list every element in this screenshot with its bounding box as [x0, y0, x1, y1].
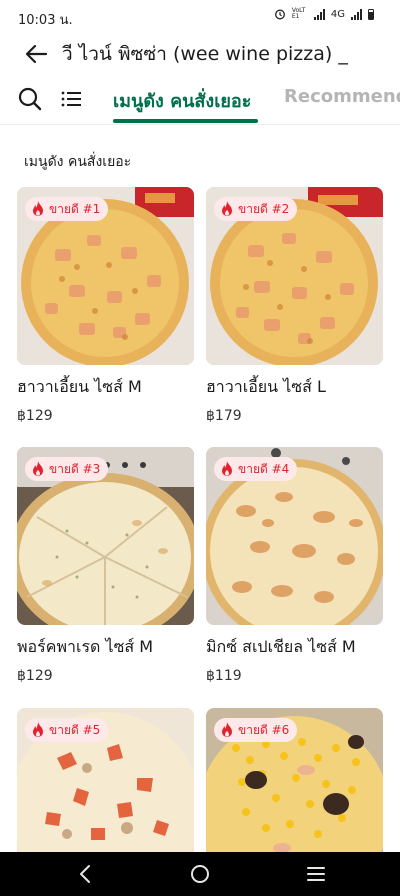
signal-icon-2 [351, 8, 362, 20]
back-arrow-icon[interactable] [22, 40, 50, 68]
product-name[interactable]: มิกซ์ สเปเชียล ไซส์ M [206, 635, 356, 660]
badge-label: ขายดี #2 [238, 201, 290, 216]
product-price: ฿129 [17, 408, 53, 424]
restaurant-title: วี ไวน์ พิซซ่า (wee wine pizza) _ [62, 43, 348, 65]
signal-icon [313, 8, 325, 20]
bestseller-badge: ขายดี #4 [214, 457, 298, 481]
status-icons: VoLTE1 4G [274, 8, 374, 20]
badge-label: ขายดี #4 [238, 461, 290, 476]
fire-icon [33, 461, 43, 476]
fire-icon [33, 201, 43, 216]
product-card[interactable]: ขายดี #1 ฮาวาเอี้ยน ไซส์ M ฿129 [17, 187, 194, 424]
nav-recents-icon[interactable] [304, 862, 328, 886]
nav-back-icon[interactable] [74, 862, 98, 886]
badge-label: ขายดี #3 [49, 461, 101, 476]
product-card[interactable]: ขายดี #3 พอร์คพาเรด ไซส์ M ฿129 [17, 447, 194, 684]
product-name[interactable]: ฮาวาเอี้ยน ไซส์ M [17, 375, 142, 400]
product-price: ฿129 [17, 668, 53, 684]
product-price: ฿119 [206, 668, 242, 684]
fire-icon [222, 201, 232, 216]
tab-bar: เมนูดัง คนสั่งเยอะ Recommended [0, 76, 400, 125]
tab-recommended[interactable]: Recommended [284, 86, 400, 107]
nav-home-icon[interactable] [188, 862, 212, 886]
fire-icon [222, 461, 232, 476]
product-card[interactable]: ขายดี #4 มิกซ์ สเปเชียล ไซส์ M ฿119 [206, 447, 383, 684]
product-image-hawaiian[interactable]: ขายดี #1 [17, 187, 194, 365]
search-icon[interactable] [17, 86, 43, 112]
list-icon[interactable] [60, 88, 82, 110]
bestseller-badge: ขายดี #6 [214, 718, 298, 742]
product-image-hawaiian[interactable]: ขายดี #2 [206, 187, 383, 365]
battery-icon [368, 8, 374, 20]
bestseller-badge: ขายดี #2 [214, 197, 298, 221]
fire-icon [33, 722, 43, 737]
product-image-special[interactable]: ขายดี #4 [206, 447, 383, 625]
product-name[interactable]: ฮาวาเอี้ยน ไซส์ L [206, 375, 326, 400]
status-time: 10:03 น. [18, 13, 73, 28]
product-name[interactable]: พอร์คพาเรด ไซส์ M [17, 635, 153, 660]
bestseller-badge: ขายดี #3 [25, 457, 109, 481]
bestseller-badge: ขายดี #5 [25, 718, 109, 742]
tab-popular[interactable]: เมนูดัง คนสั่งเยอะ [113, 86, 251, 115]
fire-icon [222, 722, 232, 737]
system-nav-bar [0, 852, 400, 896]
product-price: ฿179 [206, 408, 242, 424]
status-bar: 10:03 น. VoLTE1 4G [0, 0, 400, 34]
section-title: เมนูดัง คนสั่งเยอะ [24, 154, 132, 170]
tab-active-indicator [113, 119, 258, 123]
product-image-cheese[interactable]: ขายดี #3 [17, 447, 194, 625]
badge-label: ขายดี #1 [49, 201, 101, 216]
alarm-icon [274, 9, 285, 20]
volte-label: VoLTE1 [291, 7, 306, 20]
network-label: 4G [330, 8, 345, 20]
product-card[interactable]: ขายดี #2 ฮาวาเอี้ยน ไซส์ L ฿179 [206, 187, 383, 424]
bestseller-badge: ขายดี #1 [25, 197, 109, 221]
header: วี ไวน์ พิซซ่า (wee wine pizza) _ [0, 34, 400, 74]
badge-label: ขายดี #5 [49, 722, 101, 737]
badge-label: ขายดี #6 [238, 722, 290, 737]
